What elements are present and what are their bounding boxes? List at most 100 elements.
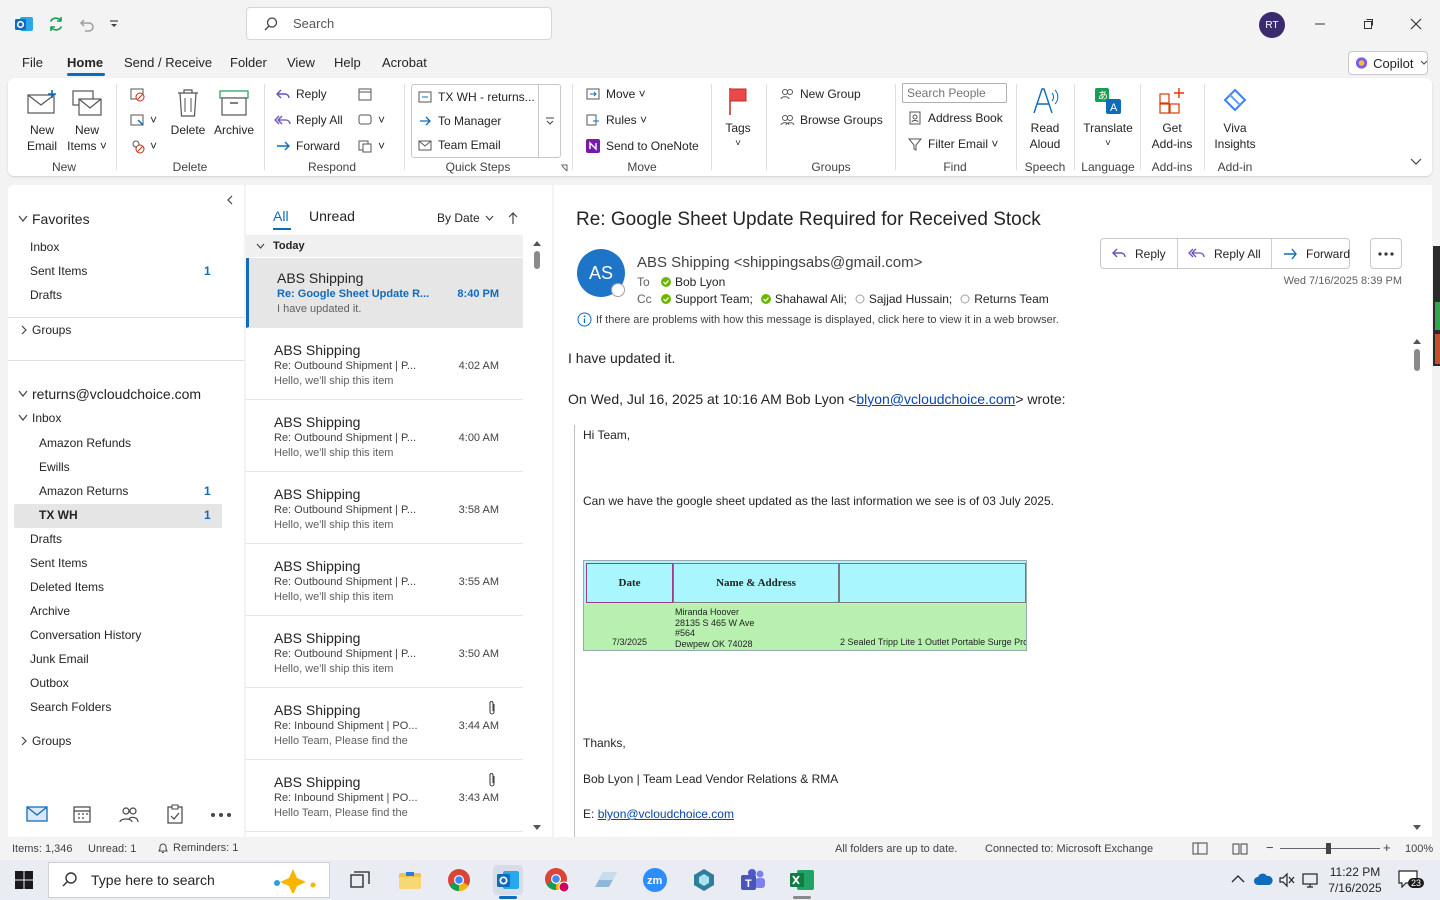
menu-acrobat[interactable]: Acrobat <box>382 55 427 70</box>
browse-groups-button[interactable]: Browse Groups <box>778 110 883 130</box>
quote-email-link[interactable]: blyon@vcloudchoice.com <box>856 391 1015 407</box>
groups-header[interactable]: Groups <box>20 323 71 337</box>
sort-by-date-button[interactable]: By Date <box>437 211 494 225</box>
menu-send-receive[interactable]: Send / Receive <box>124 55 212 70</box>
address-book-button[interactable]: Address Book <box>906 108 1003 128</box>
zoom-app-icon[interactable]: zm <box>640 865 670 895</box>
menu-help[interactable]: Help <box>334 55 361 70</box>
sort-direction-icon[interactable] <box>508 211 518 225</box>
folder-outbox[interactable]: Outbox <box>30 676 69 690</box>
header-forward-button[interactable]: Forward <box>1282 239 1350 269</box>
teams-icon[interactable]: T <box>738 865 768 895</box>
maximize-icon[interactable] <box>1356 12 1380 36</box>
menu-folder[interactable]: Folder <box>230 55 267 70</box>
copilot-button[interactable]: Copilot <box>1348 51 1428 75</box>
search-input[interactable]: Search <box>246 7 552 40</box>
dialog-launcher-icon[interactable] <box>560 164 568 172</box>
filter-email-button[interactable]: Filter Email ˅ <box>906 134 998 154</box>
folder-drafts[interactable]: Drafts <box>30 532 62 546</box>
im-button[interactable]: ˅ <box>356 110 385 130</box>
reading-view-icon[interactable] <box>1232 842 1248 855</box>
collapse-pane-icon[interactable] <box>226 195 234 205</box>
list-item[interactable]: ABS Shipping Re: Inbound Shipment | PO...… <box>246 690 523 760</box>
volume-muted-icon[interactable] <box>1278 872 1296 888</box>
app-hex-icon[interactable] <box>689 865 719 895</box>
undo-icon[interactable] <box>74 12 98 36</box>
sender-name[interactable]: ABS Shipping <shippingsabs@gmail.com> <box>637 254 922 271</box>
tags-button[interactable]: Tags ˅ <box>718 84 758 152</box>
folder-search-folders[interactable]: Search Folders <box>30 700 111 714</box>
folder-tx-wh[interactable]: TX WH <box>39 508 78 522</box>
cc-shahawal-ali[interactable]: Shahawal Ali; <box>775 292 847 306</box>
account-header[interactable]: returns@vcloudchoice.com <box>18 386 201 402</box>
cc-support-team[interactable]: Support Team; <box>675 292 753 306</box>
reply-all-button[interactable]: Reply All <box>274 110 343 130</box>
list-item[interactable]: ABS Shipping Re: Outbound Shipment | P...… <box>246 546 523 616</box>
read-aloud-button[interactable]: Read Aloud <box>1024 84 1066 152</box>
user-avatar[interactable]: RT <box>1259 12 1285 38</box>
tab-unread[interactable]: Unread <box>309 208 355 224</box>
reminders-button[interactable]: Reminders: 1 <box>157 842 238 854</box>
menu-view[interactable]: View <box>287 55 315 70</box>
folder-sent-items[interactable]: Sent Items <box>30 556 87 570</box>
ribbon-collapse-icon[interactable] <box>1410 158 1422 166</box>
message-list-scrollbar[interactable] <box>530 237 544 833</box>
quick-step-to-manager[interactable]: To Manager <box>416 111 501 131</box>
more-apps-icon[interactable] <box>210 812 232 818</box>
junk-button[interactable]: ˅ <box>128 136 157 156</box>
signature-email-link[interactable]: blyon@vcloudchoice.com <box>598 807 734 821</box>
folder-deleted-items[interactable]: Deleted Items <box>30 580 104 594</box>
new-items-button[interactable]: New Items ˅ <box>66 86 108 154</box>
zoom-in-button[interactable]: + <box>1383 840 1391 855</box>
translate-button[interactable]: あA Translate ˅ <box>1080 84 1136 152</box>
windows-start-icon[interactable] <box>14 870 34 890</box>
send-to-onenote-button[interactable]: Send to OneNote <box>584 136 699 156</box>
normal-view-icon[interactable] <box>1192 842 1208 855</box>
reply-button[interactable]: Reply <box>274 84 327 104</box>
folder-fav-inbox[interactable]: Inbox <box>30 240 59 254</box>
search-people-input[interactable] <box>902 83 1007 103</box>
list-item[interactable]: ABS Shipping Re: Outbound Shipment | P...… <box>246 618 523 688</box>
meeting-button[interactable] <box>356 84 378 104</box>
people-icon[interactable] <box>118 804 140 824</box>
forward-button[interactable]: Forward <box>274 136 340 156</box>
folder-archive[interactable]: Archive <box>30 604 70 618</box>
excel-icon[interactable] <box>787 865 817 895</box>
list-item[interactable]: ABS Shipping Re: Outbound Shipment | P...… <box>246 330 523 400</box>
network-icon[interactable] <box>1302 872 1320 888</box>
list-item[interactable]: ABS Shipping Re: Outbound Shipment | P...… <box>246 402 523 472</box>
header-reply-button[interactable]: Reply <box>1111 239 1166 269</box>
reading-pane-scrollbar[interactable] <box>1410 335 1424 835</box>
group-header-today[interactable]: Today <box>246 235 523 257</box>
folder-ewills[interactable]: Ewills <box>39 460 70 474</box>
folder-amazon-refunds[interactable]: Amazon Refunds <box>39 436 131 450</box>
new-group-button[interactable]: New Group <box>778 84 861 104</box>
file-explorer-icon[interactable] <box>395 865 425 895</box>
app-icon[interactable] <box>591 865 621 895</box>
favorites-header[interactable]: Favorites <box>18 211 90 227</box>
show-hidden-icons-icon[interactable] <box>1231 874 1245 884</box>
minimize-icon[interactable] <box>1308 12 1332 36</box>
archive-button[interactable]: Archive <box>210 86 258 138</box>
list-item[interactable]: ABS Shipping Re: Google Sheet Update R...… <box>246 258 523 328</box>
viva-insights-button[interactable]: Viva Insights <box>1212 84 1258 152</box>
ignore-button[interactable] <box>128 84 150 104</box>
recipient-bob-lyon[interactable]: Bob Lyon <box>675 275 725 289</box>
folder-junk-email[interactable]: Junk Email <box>30 652 89 666</box>
get-addins-button[interactable]: Get Add-ins <box>1148 84 1196 152</box>
rules-button[interactable]: Rules ˅ <box>584 110 647 130</box>
task-view-icon[interactable] <box>345 865 375 895</box>
move-button[interactable]: Move ˅ <box>584 84 646 104</box>
folder-inbox[interactable]: Inbox <box>18 411 61 425</box>
customize-toolbar-icon[interactable] <box>102 12 126 36</box>
notification-center-icon[interactable]: 23 <box>1398 870 1425 888</box>
list-item[interactable]: ABS Shipping Re: Outbound Shipment | P...… <box>246 474 523 544</box>
sync-icon[interactable] <box>44 12 68 36</box>
calendar-icon[interactable] <box>72 804 92 824</box>
menu-home[interactable]: Home <box>67 55 103 70</box>
menu-file[interactable]: File <box>22 55 43 70</box>
mail-icon[interactable] <box>26 806 48 822</box>
cc-returns-team[interactable]: Returns Team <box>974 292 1048 306</box>
header-reply-all-button[interactable]: Reply All <box>1188 239 1261 269</box>
zoom-slider-thumb[interactable] <box>1326 843 1331 854</box>
